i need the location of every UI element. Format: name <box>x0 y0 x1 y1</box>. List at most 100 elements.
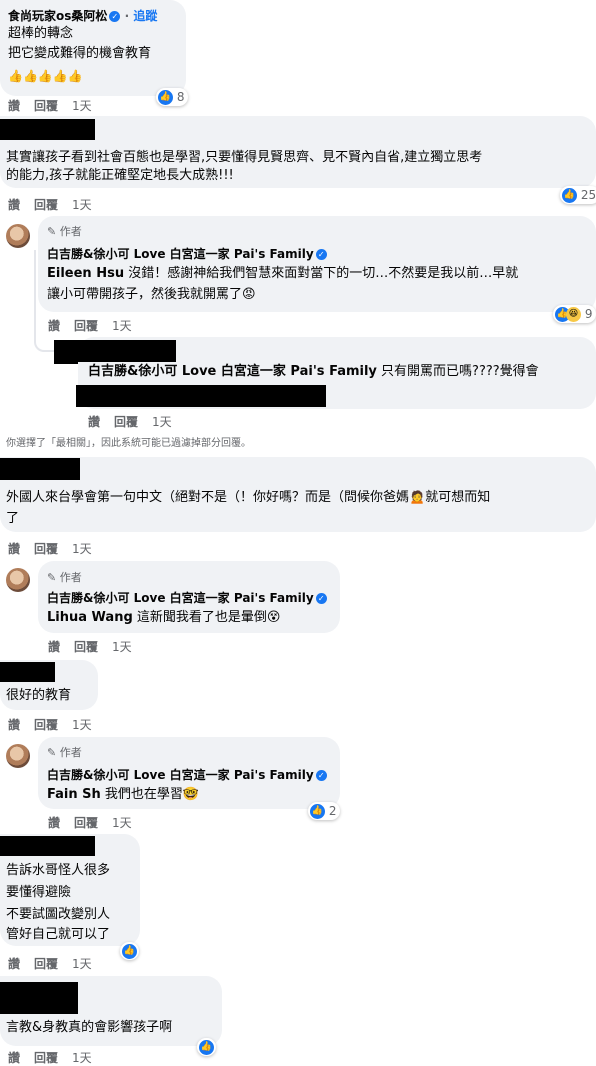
reply-button[interactable]: 回覆 <box>34 718 58 732</box>
comment-actions: 讚回覆 1天 <box>8 955 106 972</box>
comment-line: 不要試圖改變別人 <box>6 907 111 922</box>
mention-link[interactable]: 白吉勝&徐小可 Love 白宮這一家 Pai's Family <box>88 364 377 379</box>
reaction-count[interactable]: 👍 <box>120 942 139 960</box>
reply-actions: 讚回覆 1天 <box>48 317 146 334</box>
pencil-icon: ✎ <box>47 746 57 759</box>
avatar[interactable] <box>6 568 30 592</box>
comment-line: 把它變成難得的機會教育 <box>8 46 152 61</box>
redacted-name <box>0 662 55 682</box>
timestamp[interactable]: 1天 <box>72 99 92 113</box>
reply-line: Lihua Wang 這新聞我看了也是暈倒😵 <box>47 610 281 625</box>
follow-button[interactable]: 追蹤 <box>133 9 157 23</box>
reaction-count[interactable]: 👍 <box>197 1038 216 1056</box>
comment-line: 很好的教育 <box>6 688 72 703</box>
author-name[interactable]: 食尚玩家os桑阿松 <box>8 9 107 23</box>
timestamp[interactable]: 1天 <box>72 718 92 732</box>
like-icon: 👍 <box>562 188 577 203</box>
like-button[interactable]: 讚 <box>8 718 20 732</box>
like-button[interactable]: 讚 <box>8 99 20 113</box>
verified-icon: ✓ <box>315 593 327 604</box>
comment-actions: 讚回覆 1天 <box>8 1049 106 1066</box>
reply-button[interactable]: 回覆 <box>74 319 98 333</box>
comment-line: 告訴水哥怪人很多 <box>6 863 111 878</box>
timestamp[interactable]: 1天 <box>112 816 132 830</box>
reply-actions: 讚回覆 1天 <box>48 638 146 655</box>
avatar[interactable] <box>6 224 30 248</box>
comment-line: 要懂得避險 <box>6 885 72 900</box>
author-badge: ✎ 作者 <box>47 746 82 759</box>
like-button[interactable]: 讚 <box>8 198 20 212</box>
like-icon: 👍 <box>122 944 137 959</box>
timestamp[interactable]: 1天 <box>152 415 172 429</box>
reply-author[interactable]: 白吉勝&徐小可 Love 白宮這一家 Pai's Family ✓ <box>47 589 327 606</box>
person-emoji: 🙍 <box>409 490 426 505</box>
comment-line: 其實讓孩子看到社會百態也是學習,只要懂得見賢思齊、見不賢內自省,建立獨立思考 <box>6 150 483 165</box>
nerd-emoji: 🤓 <box>182 787 200 802</box>
timestamp[interactable]: 1天 <box>72 198 92 212</box>
comment-line: 的能力,孩子就能正確堅定地長大成熟!!! <box>6 168 234 183</box>
redacted-name <box>0 836 95 856</box>
reply-actions: 讚回覆 1天 <box>88 413 186 430</box>
comment-actions: 讚回覆 1天 <box>8 540 106 557</box>
reaction-count[interactable]: 👍😆 9 <box>553 305 596 323</box>
mention-link[interactable]: Fain Sh <box>47 787 101 802</box>
mention-link[interactable]: Lihua Wang <box>47 610 133 625</box>
comment-actions: 讚回覆 1天 <box>8 196 106 213</box>
redacted-name <box>56 340 176 362</box>
like-button[interactable]: 讚 <box>8 542 20 556</box>
filter-note: 你選擇了「最相關」，因此系統可能已過濾掉部分回覆。 <box>6 438 251 449</box>
verified-icon: ✓ <box>315 770 327 781</box>
reply-button[interactable]: 回覆 <box>74 640 98 654</box>
pencil-icon: ✎ <box>47 571 57 584</box>
timestamp[interactable]: 1天 <box>72 542 92 556</box>
timestamp[interactable]: 1天 <box>112 319 132 333</box>
angry-emoji: 😡 <box>242 287 256 302</box>
like-button[interactable]: 讚 <box>8 957 20 971</box>
reply-actions: 讚回覆 1天 <box>48 814 146 831</box>
reply-line: 讓小可帶開孩子，然後我就開罵了😡 <box>47 287 256 302</box>
redacted-text <box>76 385 326 407</box>
reply-author[interactable]: 白吉勝&徐小可 Love 白宮這一家 Pai's Family ✓ <box>47 245 327 262</box>
comment-actions: 讚回覆 1天 <box>8 716 106 733</box>
reply-button[interactable]: 回覆 <box>34 542 58 556</box>
redacted-name <box>0 458 80 480</box>
reply-button[interactable]: 回覆 <box>34 957 58 971</box>
reaction-count[interactable]: 👍 8 <box>156 88 189 106</box>
comment-line: 言教&身教真的會影響孩子啊 <box>6 1020 173 1035</box>
reply-author[interactable]: 白吉勝&徐小可 Love 白宮這一家 Pai's Family ✓ <box>47 766 327 783</box>
verified-icon: ✓ <box>315 249 327 260</box>
reply-line: 白吉勝&徐小可 Love 白宮這一家 Pai's Family 只有開罵而已嗎?… <box>88 364 539 379</box>
separator: · <box>124 9 130 23</box>
redacted-name <box>0 982 78 1014</box>
mention-link[interactable]: Eileen Hsu <box>47 266 124 281</box>
dizzy-emoji: 😵 <box>266 610 281 625</box>
timestamp[interactable]: 1天 <box>112 640 132 654</box>
redacted-name <box>0 119 95 140</box>
reply-button[interactable]: 回覆 <box>114 415 138 429</box>
reply-button[interactable]: 回覆 <box>74 816 98 830</box>
like-icon: 👍 <box>310 804 325 819</box>
like-button[interactable]: 讚 <box>48 640 60 654</box>
comment-line: 了 <box>6 511 20 526</box>
like-button[interactable]: 讚 <box>48 816 60 830</box>
like-button[interactable]: 讚 <box>48 319 60 333</box>
timestamp[interactable]: 1天 <box>72 1051 92 1065</box>
reaction-count[interactable]: 👍 25 <box>560 186 596 204</box>
timestamp[interactable]: 1天 <box>72 957 92 971</box>
comment-line: 外國人來台學會第一句中文（絕對不是（！你好嗎？而是（問候你爸媽🙍就可想而知 <box>6 490 491 505</box>
reply-line: Eileen Hsu 沒錯！感謝神給我們智慧來面對當下的一切…不然要是我以前…早… <box>47 266 519 281</box>
reply-button[interactable]: 回覆 <box>34 198 58 212</box>
author-badge: ✎ 作者 <box>47 225 82 238</box>
reaction-count[interactable]: 👍 2 <box>308 802 341 820</box>
reply-line: Fain Sh 我們也在學習🤓 <box>47 787 200 802</box>
like-button[interactable]: 讚 <box>8 1051 20 1065</box>
avatar[interactable] <box>6 744 30 768</box>
haha-icon: 😆 <box>566 307 581 322</box>
reply-button[interactable]: 回覆 <box>34 99 58 113</box>
author-badge: ✎ 作者 <box>47 571 82 584</box>
comment-author[interactable]: 食尚玩家os桑阿松 ✓ · 追蹤 <box>8 7 157 24</box>
verified-icon: ✓ <box>109 11 121 22</box>
like-button[interactable]: 讚 <box>88 415 100 429</box>
reply-button[interactable]: 回覆 <box>34 1051 58 1065</box>
like-icon: 👍 <box>158 90 173 105</box>
